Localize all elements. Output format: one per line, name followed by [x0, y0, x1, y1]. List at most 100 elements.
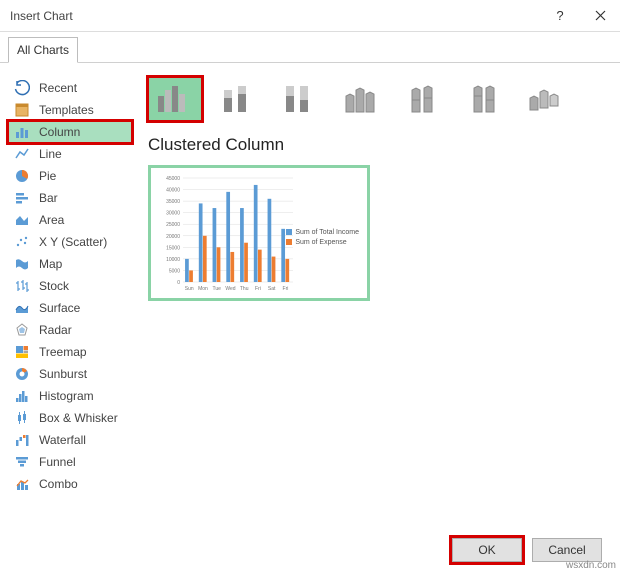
tab-all-charts[interactable]: All Charts	[8, 37, 78, 63]
subtype-3d-stacked-column[interactable]	[396, 77, 450, 121]
subtype-clustered-column[interactable]	[148, 77, 202, 121]
sidebar-item-recent[interactable]: Recent	[8, 77, 132, 99]
map-icon	[14, 256, 30, 272]
sidebar-item-label: Templates	[39, 103, 94, 117]
sidebar-item-label: Box & Whisker	[39, 411, 118, 425]
svg-text:Tue: Tue	[212, 286, 221, 292]
boxwhisker-icon	[14, 410, 30, 426]
main-panel: Clustered Column 0 5000 10000 15000 20000 250…	[132, 63, 620, 523]
sidebar-item-histogram[interactable]: Histogram	[8, 385, 132, 407]
svg-text:Sat: Sat	[268, 286, 276, 292]
svg-text:Sun: Sun	[185, 286, 194, 292]
stock-icon	[14, 278, 30, 294]
sidebar-item-area[interactable]: Area	[8, 209, 132, 231]
area-icon	[14, 212, 30, 228]
svg-text:Thu: Thu	[240, 286, 249, 292]
3d-100stacked-column-icon	[464, 82, 506, 116]
3d-stacked-column-icon	[402, 82, 444, 116]
sidebar-item-label: Pie	[39, 169, 56, 183]
sidebar-item-label: Waterfall	[39, 433, 86, 447]
treemap-icon	[14, 344, 30, 360]
svg-text:45000: 45000	[166, 176, 180, 182]
svg-text:0: 0	[177, 280, 180, 286]
recent-icon	[14, 80, 30, 96]
sidebar-item-label: Recent	[39, 81, 77, 95]
sidebar-item-pie[interactable]: Pie	[8, 165, 132, 187]
svg-text:Wed: Wed	[225, 286, 235, 292]
titlebar: Insert Chart ?	[0, 0, 620, 32]
sidebar-item-label: Area	[39, 213, 64, 227]
stacked-column-icon	[216, 82, 258, 116]
sidebar-item-label: Histogram	[39, 389, 94, 403]
3d-clustered-column-icon	[340, 82, 382, 116]
sidebar-item-label: Radar	[39, 323, 72, 337]
svg-text:5000: 5000	[169, 268, 180, 274]
svg-text:30000: 30000	[166, 211, 180, 217]
sidebar: Recent Templates Column Line Pie Bar Are…	[0, 63, 132, 523]
waterfall-icon	[14, 432, 30, 448]
column-icon	[14, 124, 30, 140]
subtype-3d-column[interactable]	[520, 77, 574, 121]
sidebar-item-label: Treemap	[39, 345, 87, 359]
subtype-100stacked-column[interactable]	[272, 77, 326, 121]
sidebar-item-combo[interactable]: Combo	[8, 473, 132, 495]
line-icon	[14, 146, 30, 162]
sidebar-item-bar[interactable]: Bar	[8, 187, 132, 209]
close-button[interactable]	[580, 0, 620, 32]
sidebar-item-label: Funnel	[39, 455, 76, 469]
sidebar-item-label: Column	[39, 125, 80, 139]
surface-icon	[14, 300, 30, 316]
3d-column-icon	[526, 82, 568, 116]
sidebar-item-label: Bar	[39, 191, 58, 205]
chart-title: Clustered Column	[148, 135, 610, 155]
svg-text:25000: 25000	[166, 222, 180, 228]
sidebar-item-label: Sunburst	[39, 367, 87, 381]
sidebar-item-stock[interactable]: Stock	[8, 275, 132, 297]
sidebar-item-map[interactable]: Map	[8, 253, 132, 275]
sidebar-item-column[interactable]: Column	[8, 121, 132, 143]
sidebar-item-templates[interactable]: Templates	[8, 99, 132, 121]
sunburst-icon	[14, 366, 30, 382]
sidebar-item-radar[interactable]: Radar	[8, 319, 132, 341]
svg-text:20000: 20000	[166, 234, 180, 240]
subtype-3d-clustered-column[interactable]	[334, 77, 388, 121]
scatter-icon	[14, 234, 30, 250]
templates-icon	[14, 102, 30, 118]
svg-text:10000: 10000	[166, 257, 180, 263]
sidebar-item-label: Combo	[39, 477, 78, 491]
sidebar-item-label: Line	[39, 147, 62, 161]
funnel-icon	[14, 454, 30, 470]
close-icon	[595, 10, 606, 21]
subtype-stacked-column[interactable]	[210, 77, 264, 121]
subtype-row	[148, 77, 610, 121]
sidebar-item-line[interactable]: Line	[8, 143, 132, 165]
svg-text:Fri: Fri	[255, 286, 261, 292]
sidebar-item-label: X Y (Scatter)	[39, 235, 107, 249]
combo-icon	[14, 476, 30, 492]
clustered-column-icon	[154, 82, 196, 116]
sidebar-item-label: Map	[39, 257, 62, 271]
subtype-3d-100stacked-column[interactable]	[458, 77, 512, 121]
svg-text:15000: 15000	[166, 245, 180, 251]
svg-text:Mon: Mon	[198, 286, 208, 292]
pie-icon	[14, 168, 30, 184]
svg-text:40000: 40000	[166, 188, 180, 194]
sidebar-item-treemap[interactable]: Treemap	[8, 341, 132, 363]
tabstrip: All Charts	[0, 32, 620, 63]
sidebar-item-waterfall[interactable]: Waterfall	[8, 429, 132, 451]
sidebar-item-funnel[interactable]: Funnel	[8, 451, 132, 473]
100stacked-column-icon	[278, 82, 320, 116]
histogram-icon	[14, 388, 30, 404]
sidebar-item-surface[interactable]: Surface	[8, 297, 132, 319]
chart-preview[interactable]: 0 5000 10000 15000 20000 25000 30000 35000 40000…	[148, 165, 370, 301]
cancel-button[interactable]: Cancel	[532, 538, 602, 562]
svg-text:35000: 35000	[166, 199, 180, 205]
ok-button[interactable]: OK	[452, 538, 522, 562]
dialog-footer: OK Cancel	[0, 527, 620, 573]
bar-icon	[14, 190, 30, 206]
sidebar-item-sunburst[interactable]: Sunburst	[8, 363, 132, 385]
sidebar-item-label: Stock	[39, 279, 69, 293]
help-button[interactable]: ?	[540, 0, 580, 32]
sidebar-item-boxwhisker[interactable]: Box & Whisker	[8, 407, 132, 429]
sidebar-item-scatter[interactable]: X Y (Scatter)	[8, 231, 132, 253]
